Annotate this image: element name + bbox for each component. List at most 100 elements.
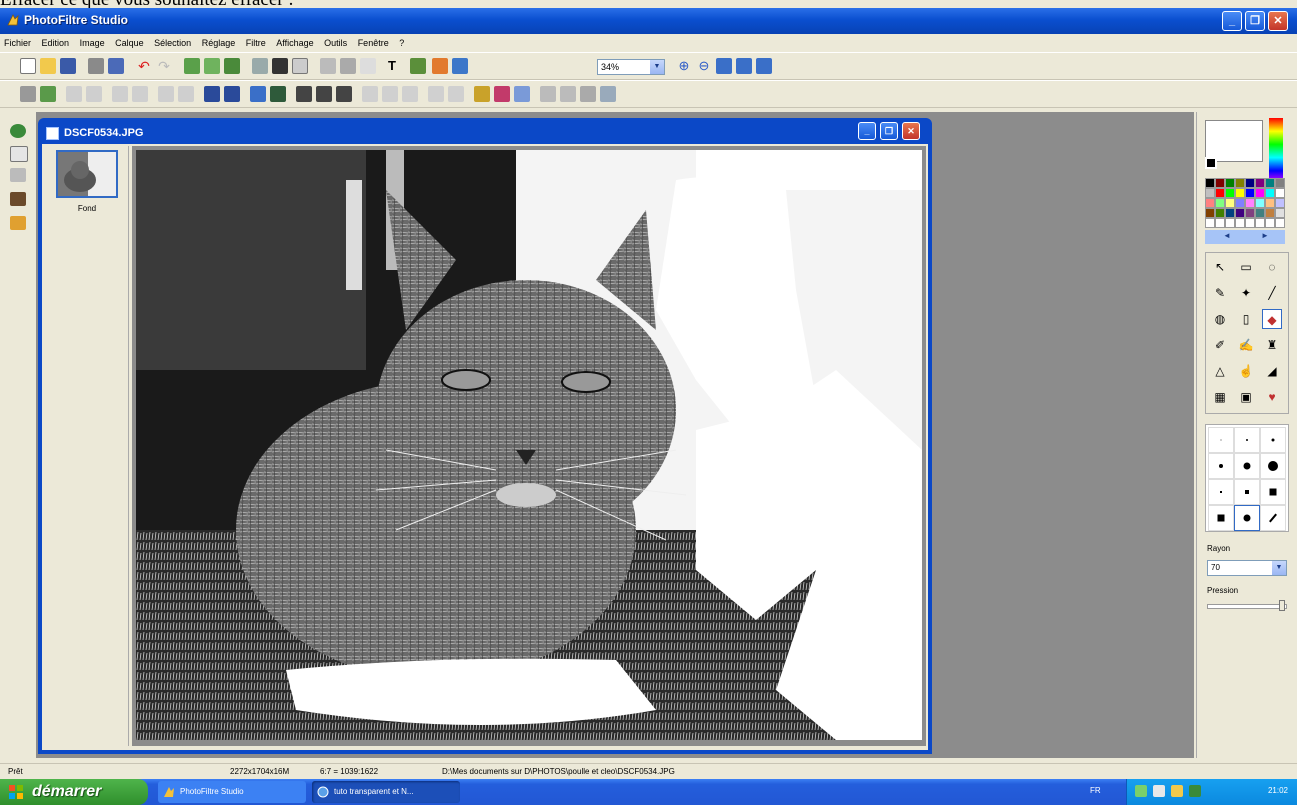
palette-swatch[interactable] xyxy=(1265,198,1275,208)
palette-swatch[interactable] xyxy=(1235,188,1245,198)
palette-swatch[interactable] xyxy=(1215,198,1225,208)
palette-swatch[interactable] xyxy=(1275,178,1285,188)
eyedropper-tool-icon[interactable]: ✎ xyxy=(1210,283,1230,303)
paste-new-icon[interactable] xyxy=(224,58,240,74)
foreground-color[interactable] xyxy=(1205,120,1263,169)
zoom-in-icon[interactable]: ⊕ xyxy=(676,58,692,74)
brush-size-4[interactable] xyxy=(1208,453,1234,479)
menu-outils[interactable]: Outils xyxy=(320,34,351,48)
paste-icon[interactable] xyxy=(204,58,220,74)
background-color[interactable] xyxy=(1205,157,1217,169)
palette-swatch[interactable] xyxy=(1265,178,1275,188)
color-spectrum[interactable] xyxy=(1269,118,1283,184)
doc-minimize-button[interactable]: _ xyxy=(858,122,876,140)
magic-wand-tool-icon[interactable]: ✦ xyxy=(1236,283,1256,303)
brush-square-3[interactable] xyxy=(1260,479,1286,505)
brush-size-1[interactable] xyxy=(1208,427,1234,453)
drop-icon[interactable] xyxy=(428,86,444,102)
pattern-tool-icon[interactable]: ▦ xyxy=(1210,387,1230,407)
filter-icon[interactable] xyxy=(410,58,426,74)
saturation-up-icon[interactable] xyxy=(178,86,194,102)
palette-swatch[interactable] xyxy=(1245,218,1255,228)
palette-swatch[interactable] xyxy=(1215,188,1225,198)
zoom-out-icon[interactable]: ⊖ xyxy=(696,58,712,74)
fill-tool-icon[interactable]: ◍ xyxy=(1210,309,1230,329)
stamp-tool-icon[interactable]: ♜ xyxy=(1262,335,1282,355)
actual-size-icon[interactable] xyxy=(716,58,732,74)
eraser-tool-icon[interactable]: ◆ xyxy=(1262,309,1282,329)
sharpen-icon[interactable] xyxy=(296,86,312,102)
volume-icon[interactable] xyxy=(1153,785,1165,797)
new-file-icon[interactable] xyxy=(20,58,36,74)
palette-swatch[interactable] xyxy=(1275,188,1285,198)
palette-swatch[interactable] xyxy=(1235,218,1245,228)
histogram-icon[interactable] xyxy=(270,86,286,102)
copy-icon[interactable] xyxy=(184,58,200,74)
batch-icon[interactable] xyxy=(540,86,556,102)
taskbar-photofiltre[interactable]: PhotoFiltre Studio xyxy=(158,781,306,803)
text-tool-icon[interactable]: T xyxy=(384,58,400,74)
lasso-tool-icon[interactable]: ◌ xyxy=(1262,257,1282,277)
updates-icon[interactable] xyxy=(1189,785,1201,797)
advanced-brush-tool-icon[interactable]: ✍ xyxy=(1236,335,1256,355)
start-button[interactable]: démarrer xyxy=(0,779,148,805)
open-folder-icon[interactable] xyxy=(40,58,56,74)
palette-swatch[interactable] xyxy=(1225,208,1235,218)
security-icon[interactable] xyxy=(1171,785,1183,797)
slider-thumb[interactable] xyxy=(1279,600,1285,611)
undo-icon[interactable]: ↶ xyxy=(136,58,152,74)
grayscale-icon[interactable] xyxy=(252,58,268,74)
frame-icon[interactable] xyxy=(340,58,356,74)
levels-icon[interactable] xyxy=(250,86,266,102)
brush-square-1[interactable] xyxy=(1208,479,1234,505)
palette-swatch[interactable] xyxy=(1245,208,1255,218)
contrast-up-icon[interactable] xyxy=(132,86,148,102)
pointer-tool-icon[interactable]: ↖ xyxy=(1210,257,1230,277)
scan-icon[interactable] xyxy=(108,58,124,74)
palette-swatch[interactable] xyxy=(1265,208,1275,218)
blur-tool-icon[interactable]: △ xyxy=(1210,361,1230,381)
palette-swatch[interactable] xyxy=(1255,178,1265,188)
palette-swatch[interactable] xyxy=(1255,188,1265,198)
transparency-icon[interactable] xyxy=(474,86,490,102)
gamma-down-icon[interactable] xyxy=(204,86,220,102)
palette-swatch[interactable] xyxy=(1275,208,1285,218)
palette-swatch[interactable] xyxy=(1215,178,1225,188)
noise-icon[interactable] xyxy=(336,86,352,102)
redo-icon[interactable]: ↷ xyxy=(156,58,172,74)
palette-swatch[interactable] xyxy=(1205,188,1215,198)
taskbar-tuto[interactable]: tuto transparent et N... xyxy=(312,781,460,803)
maximize-button[interactable]: ❐ xyxy=(1245,11,1265,31)
save-icon[interactable] xyxy=(60,58,76,74)
menu-fichier[interactable]: Fichier xyxy=(0,34,35,48)
palette-swatch[interactable] xyxy=(1215,218,1225,228)
palette-swatch[interactable] xyxy=(1245,178,1255,188)
menu-edition[interactable]: Edition xyxy=(38,34,74,48)
menu-reglage[interactable]: Réglage xyxy=(198,34,240,48)
effects-icon[interactable] xyxy=(432,58,448,74)
menu-selection[interactable]: Sélection xyxy=(150,34,195,48)
menu-help[interactable]: ? xyxy=(395,34,408,48)
palette-swatch[interactable] xyxy=(1215,208,1225,218)
palette-prev-button[interactable]: ◄ xyxy=(1223,231,1231,240)
palette-swatch[interactable] xyxy=(1245,188,1255,198)
select-ellipse-icon[interactable] xyxy=(40,86,56,102)
print-icon[interactable] xyxy=(88,58,104,74)
menu-image[interactable]: Image xyxy=(76,34,109,48)
rayon-select[interactable]: 70 ▼ xyxy=(1207,560,1287,576)
document-icon[interactable] xyxy=(10,146,28,162)
palette-swatch[interactable] xyxy=(1205,218,1215,228)
contrast-down-icon[interactable] xyxy=(112,86,128,102)
plugin-icon[interactable] xyxy=(580,86,596,102)
selection-tool-icon[interactable]: ▭ xyxy=(1236,257,1256,277)
palette-swatch[interactable] xyxy=(1225,218,1235,228)
spray-tool-icon[interactable]: ▯ xyxy=(1236,309,1256,329)
automation-icon[interactable] xyxy=(514,86,530,102)
brightness-down-icon[interactable] xyxy=(66,86,82,102)
image-size-icon[interactable] xyxy=(292,58,308,74)
doc-maximize-button[interactable]: ❐ xyxy=(880,122,898,140)
crop-icon[interactable] xyxy=(360,58,376,74)
network-icon[interactable] xyxy=(1135,785,1147,797)
close-button[interactable]: ✕ xyxy=(1268,11,1288,31)
fullscreen-icon[interactable] xyxy=(756,58,772,74)
